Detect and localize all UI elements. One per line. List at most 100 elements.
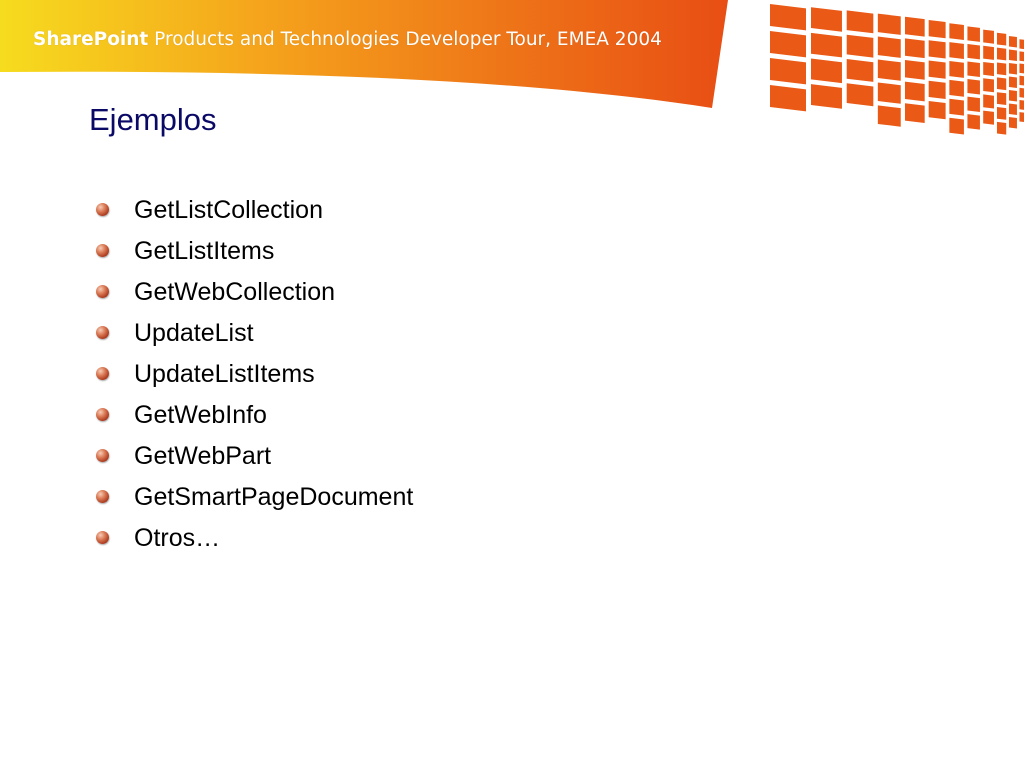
grid-cell bbox=[1008, 90, 1017, 102]
grid-cell bbox=[983, 94, 994, 109]
grid-cell bbox=[1019, 63, 1024, 74]
grid-cell bbox=[1008, 63, 1017, 75]
list-item: GetSmartPageDocument bbox=[96, 477, 413, 518]
grid-cell bbox=[770, 85, 806, 112]
bullet-text: GetWebPart bbox=[134, 442, 272, 470]
bullet-text: GetWebCollection bbox=[134, 278, 336, 306]
grid-cell bbox=[928, 40, 946, 59]
grid-cell bbox=[811, 84, 842, 109]
bullet-text: Otros… bbox=[134, 524, 221, 552]
grid-cell bbox=[996, 32, 1007, 46]
grid-cell bbox=[877, 36, 901, 58]
grid-cell bbox=[770, 31, 806, 58]
grid-cell bbox=[811, 7, 842, 32]
grid-cell bbox=[904, 103, 925, 123]
banner-title-text: Products and Technologies Developer Tour… bbox=[148, 29, 662, 50]
banner-brand: SharePoint bbox=[33, 29, 149, 50]
bullet-icon bbox=[96, 449, 109, 462]
grid-cell bbox=[996, 92, 1007, 105]
list-item: GetListCollection bbox=[96, 190, 413, 231]
grid-cell bbox=[1008, 36, 1017, 48]
grid-cell bbox=[967, 114, 980, 130]
grid-cell bbox=[846, 59, 874, 82]
list-item: UpdateListItems bbox=[96, 354, 413, 395]
grid-cell bbox=[1019, 112, 1024, 122]
bullet-icon bbox=[96, 203, 109, 216]
grid-cell bbox=[996, 77, 1007, 91]
grid-cell bbox=[811, 58, 842, 84]
grid-cell bbox=[928, 60, 946, 79]
bullet-text: GetListCollection bbox=[134, 196, 323, 224]
grid-cell bbox=[904, 38, 925, 59]
bullet-icon bbox=[96, 326, 109, 339]
grid-cell bbox=[1019, 75, 1024, 86]
grid-cell bbox=[770, 4, 806, 31]
grid-cell bbox=[811, 32, 842, 58]
bullet-icon bbox=[96, 244, 109, 257]
grid-cell bbox=[949, 79, 964, 97]
bullet-text: UpdateListItems bbox=[134, 360, 315, 388]
grid-cell bbox=[904, 81, 925, 102]
grid-cell bbox=[967, 96, 980, 113]
grid-cell bbox=[1008, 49, 1017, 61]
grid-cell bbox=[1008, 103, 1017, 115]
bullet-icon bbox=[96, 408, 109, 421]
grid-cell bbox=[983, 110, 994, 125]
grid-cell bbox=[996, 121, 1007, 135]
grid-tower-graphic bbox=[770, 4, 1024, 135]
slide-title: Ejemplos bbox=[89, 102, 217, 137]
grid-cell bbox=[983, 78, 994, 93]
grid-cell bbox=[967, 79, 980, 95]
grid-cell bbox=[949, 42, 964, 59]
list-item: GetWebPart bbox=[96, 436, 413, 477]
grid-cell bbox=[996, 47, 1007, 61]
bullet-icon bbox=[96, 531, 109, 544]
grid-cell bbox=[846, 10, 874, 34]
grid-cell bbox=[996, 62, 1007, 76]
grid-cell bbox=[877, 59, 901, 81]
bullet-list: GetListCollection GetListItems GetWebColle… bbox=[96, 190, 413, 559]
grid-cell bbox=[983, 45, 994, 60]
grid-cell bbox=[846, 83, 874, 107]
grid-cell bbox=[928, 80, 946, 100]
grid-cell bbox=[949, 98, 964, 116]
grid-cell bbox=[983, 29, 994, 44]
grid-cell bbox=[1019, 87, 1024, 98]
grid-cell bbox=[904, 16, 925, 37]
grid-cell bbox=[877, 105, 901, 127]
banner-swoosh bbox=[0, 0, 728, 108]
grid-cell bbox=[996, 107, 1007, 120]
grid-cell bbox=[949, 23, 964, 41]
slide: SharePoint Products and Technologies Dev… bbox=[0, 0, 1024, 768]
grid-cell bbox=[928, 101, 946, 120]
bullet-text: GetSmartPageDocument bbox=[134, 483, 414, 511]
grid-cell bbox=[928, 20, 946, 39]
grid-cell bbox=[877, 13, 901, 35]
grid-cell bbox=[1008, 117, 1017, 129]
grid-cell bbox=[1019, 99, 1024, 110]
grid-cell bbox=[846, 34, 874, 58]
grid-cell bbox=[967, 61, 980, 77]
bullet-icon bbox=[96, 490, 109, 503]
grid-cell bbox=[949, 61, 964, 78]
bullet-icon bbox=[96, 367, 109, 380]
bullet-icon bbox=[96, 285, 109, 298]
grid-cell bbox=[770, 58, 806, 85]
list-item: Otros… bbox=[96, 518, 413, 559]
list-item: GetListItems bbox=[96, 231, 413, 272]
grid-cell bbox=[1008, 76, 1017, 88]
banner-title: SharePoint Products and Technologies Dev… bbox=[33, 29, 662, 50]
grid-cell bbox=[967, 26, 980, 42]
grid-cell bbox=[983, 62, 994, 77]
list-item: UpdateList bbox=[96, 313, 413, 354]
grid-cell bbox=[877, 82, 901, 104]
grid-cell bbox=[1019, 51, 1024, 62]
bullet-text: GetListItems bbox=[134, 237, 275, 265]
bullet-text: UpdateList bbox=[134, 319, 254, 347]
grid-cell bbox=[904, 60, 925, 80]
list-item: GetWebCollection bbox=[96, 272, 413, 313]
list-item: GetWebInfo bbox=[96, 395, 413, 436]
grid-cell bbox=[1019, 39, 1024, 50]
grid-cell bbox=[967, 43, 980, 60]
bullet-text: GetWebInfo bbox=[134, 401, 267, 429]
